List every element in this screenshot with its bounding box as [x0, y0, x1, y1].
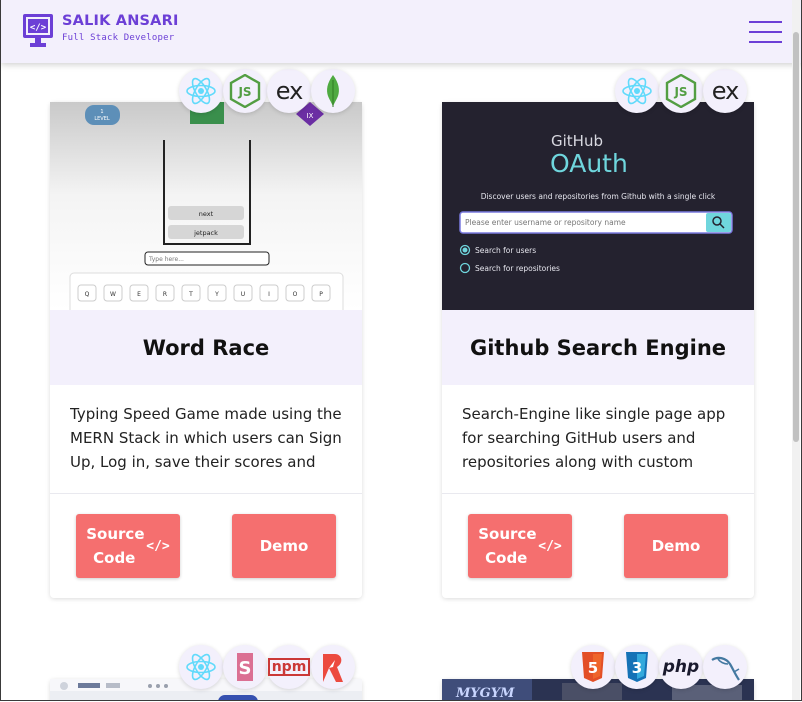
- scrollbar-thumb[interactable]: [793, 32, 799, 442]
- keyboard-key-label: T: [188, 291, 193, 298]
- svg-text:</>: </>: [30, 23, 47, 33]
- html5-icon: 5: [571, 645, 615, 689]
- demo-button[interactable]: Demo: [624, 514, 728, 578]
- express-icon: ex: [703, 69, 747, 113]
- project-description: Search-Engine like single page app for s…: [462, 405, 726, 471]
- source-code-label: Source Code: [478, 525, 537, 567]
- brand[interactable]: SALIK ANSARI Full Stack Developer: [62, 13, 179, 43]
- react-icon: [179, 645, 223, 689]
- svg-text:MYGYM: MYGYM: [455, 686, 515, 701]
- react-icon: [179, 69, 223, 113]
- svg-text:Search for users: Search for users: [475, 246, 536, 255]
- svg-text:OAuth: OAuth: [550, 149, 628, 178]
- php-icon: php: [659, 645, 703, 689]
- css3-icon: 3: [615, 645, 659, 689]
- keyboard-key-label: Y: [214, 291, 219, 298]
- mysql-icon: [703, 645, 747, 689]
- demo-button[interactable]: Demo: [232, 514, 336, 578]
- keyboard-key-label: W: [110, 291, 116, 298]
- svg-text:3: 3: [632, 659, 642, 677]
- code-icon: </>: [146, 538, 170, 554]
- project-title-band: Word Race: [50, 310, 362, 385]
- svg-text:GitHub: GitHub: [551, 132, 603, 150]
- code-monitor-icon[interactable]: </>: [22, 13, 54, 49]
- source-code-button[interactable]: Source Code </>: [468, 514, 572, 578]
- svg-text:Discover users and repositorie: Discover users and repositories from Git…: [481, 192, 716, 201]
- source-code-label: Source Code: [86, 525, 145, 567]
- svg-text:jetpack: jetpack: [193, 229, 218, 237]
- project-description: Typing Speed Game made using the MERN St…: [70, 405, 342, 471]
- brand-subtitle: Full Stack Developer: [62, 33, 175, 43]
- page-frame: </> SALIK ANSARI Full Stack Developer 1 …: [0, 0, 802, 701]
- svg-text:5: 5: [588, 659, 598, 677]
- npm-icon: npm: [267, 645, 311, 689]
- brand-name: SALIK ANSARI: [62, 13, 179, 29]
- svg-text:JS: JS: [673, 85, 687, 99]
- keyboard-key-label: I: [268, 291, 270, 298]
- react-icon: [615, 69, 659, 113]
- keyboard-key-label: E: [137, 291, 141, 298]
- svg-text:1: 1: [100, 109, 103, 115]
- project-title-band: Github Search Engine: [442, 310, 754, 385]
- express-icon: ex: [267, 69, 311, 113]
- svg-text:Search for repositories: Search for repositories: [475, 264, 560, 273]
- divider: [442, 493, 754, 494]
- svg-text:IX: IX: [307, 112, 314, 120]
- keyboard-key-label: P: [319, 291, 323, 298]
- svg-text:Type here...: Type here...: [148, 256, 184, 263]
- nodejs-icon: JS: [223, 69, 267, 113]
- project-screenshot[interactable]: 1 LEVEL IX next jetpack Type here... Q W E…: [50, 102, 362, 310]
- keyboard-key-label: O: [293, 291, 298, 298]
- project-title: Word Race: [142, 335, 270, 360]
- project-title: Github Search Engine: [469, 335, 727, 360]
- project-screenshot[interactable]: GitHub OAuth Discover users and reposito…: [442, 102, 754, 310]
- hamburger-menu-icon[interactable]: [749, 21, 782, 43]
- keyboard-key-label: U: [241, 291, 245, 298]
- rollup-icon: [311, 645, 355, 689]
- mongodb-icon: [311, 69, 355, 113]
- code-icon: </>: [538, 538, 562, 554]
- styled-components-icon: S: [223, 645, 267, 689]
- project-card-word-race: 1 LEVEL IX next jetpack Type here... Q W E…: [50, 102, 362, 598]
- svg-text:LEVEL: LEVEL: [94, 116, 110, 122]
- source-code-button[interactable]: Source Code </>: [76, 514, 180, 578]
- project-card-github-search: GitHub OAuth Discover users and reposito…: [442, 102, 754, 598]
- svg-text:S: S: [239, 658, 252, 679]
- scrollbar[interactable]: [792, 0, 800, 700]
- svg-text:next: next: [199, 210, 214, 218]
- keyboard-key-label: R: [163, 291, 167, 298]
- site-header: </> SALIK ANSARI Full Stack Developer: [1, 0, 801, 63]
- svg-text:JS: JS: [237, 85, 251, 99]
- keyboard-key-label: Q: [85, 291, 90, 298]
- divider: [50, 493, 362, 494]
- svg-text:Please enter username or repos: Please enter username or repository name: [465, 218, 626, 227]
- nodejs-icon: JS: [659, 69, 703, 113]
